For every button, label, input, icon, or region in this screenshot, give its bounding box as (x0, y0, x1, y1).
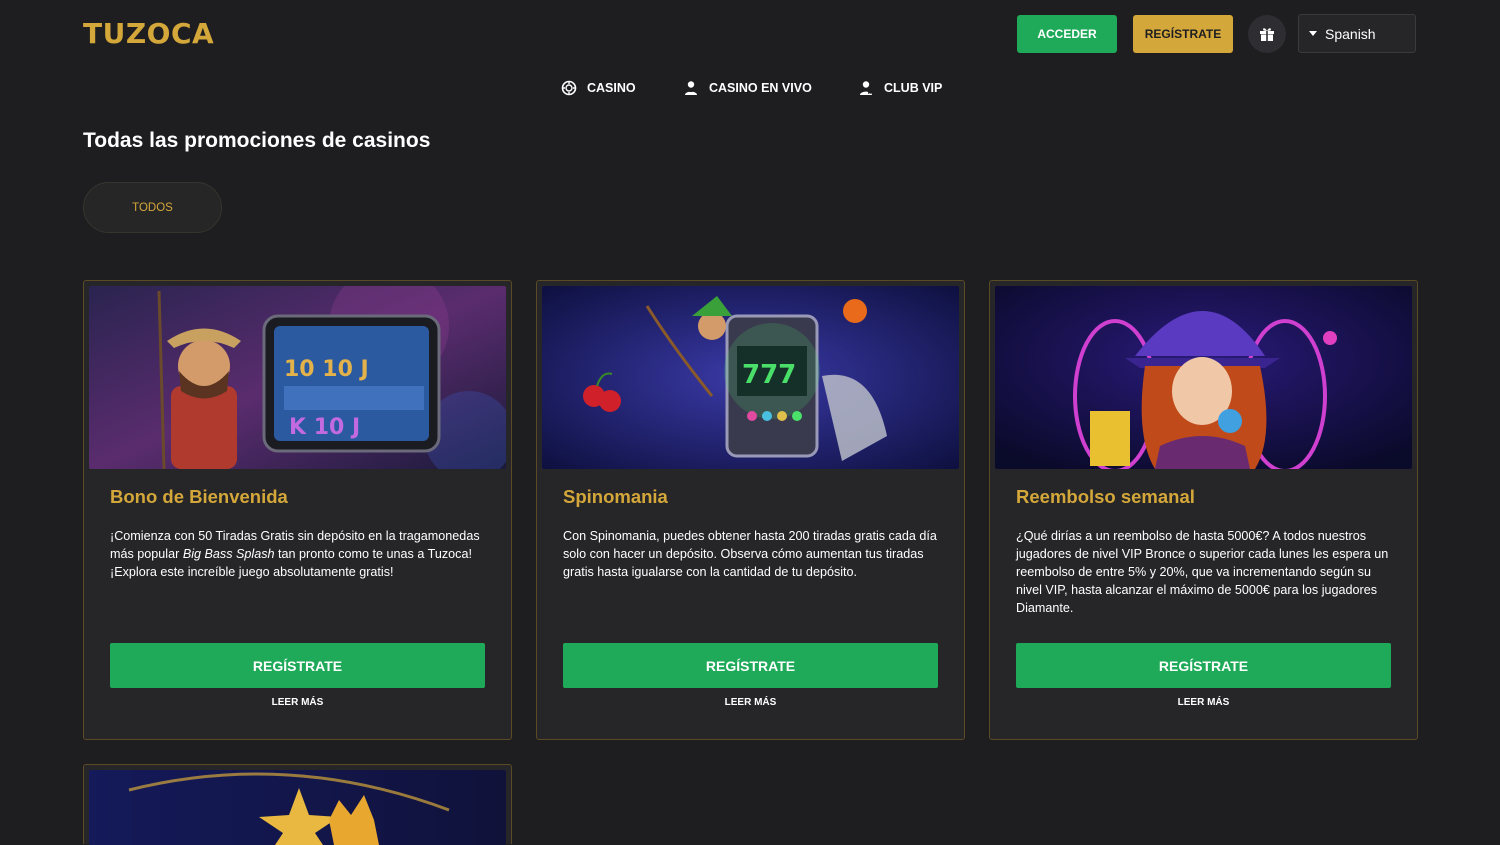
nav-label: CASINO (587, 81, 636, 95)
promo-card: 10 10 J K 10 J Bono de Bienvenida ¡Comie… (83, 280, 512, 740)
promo-image-big-bass[interactable]: 10 10 J K 10 J (89, 286, 506, 469)
witch-slot-illustration (995, 286, 1412, 469)
promo-description: ¿Qué dirías a un reembolso de hasta 5000… (1016, 529, 1389, 615)
promo-description: ¡Comienza con 50 Tiradas Gratis sin depó… (110, 529, 480, 579)
promo-register-button[interactable]: REGÍSTRATE (1016, 643, 1391, 688)
promo-title: Spinomania (563, 486, 668, 507)
nav-label: CASINO EN VIVO (709, 81, 812, 95)
promo-image-reembolso[interactable] (995, 286, 1412, 469)
promo-register-button[interactable]: REGÍSTRATE (110, 643, 485, 688)
promo-card: 777 Spinomania Con Spinomania, puedes ob… (536, 280, 965, 740)
promo-title: Bono de Bienvenida (110, 486, 288, 507)
vip-user-icon (860, 81, 872, 95)
read-more-link[interactable]: LEER MÁS (1016, 697, 1391, 708)
language-label: Spanish (1325, 25, 1376, 42)
promo-title: Reembolso semanal (1016, 486, 1195, 507)
promo-description: Con Spinomania, puedes obtener hasta 200… (563, 529, 937, 579)
svg-text:10 10 J: 10 10 J (284, 357, 369, 382)
promo-image-spinomania[interactable]: 777 (542, 286, 959, 469)
promo-image-vip[interactable] (89, 770, 506, 845)
register-button[interactable]: REGÍSTRATE (1133, 15, 1233, 53)
nav-label: CLUB VIP (884, 81, 943, 95)
game-name: Big Bass Splash (182, 547, 275, 561)
gift-icon (1260, 28, 1274, 41)
nav-casino-en-vivo[interactable]: CASINO EN VIVO (683, 78, 812, 98)
promo-card: Reembolso semanal ¿Qué dirías a un reemb… (989, 280, 1418, 740)
tuzoca-logo[interactable]: TUZOCA (83, 17, 214, 50)
archer-slot-illustration: 777 (542, 286, 959, 469)
gift-button[interactable] (1248, 15, 1286, 53)
svg-text:K 10 J: K 10 J (289, 415, 360, 440)
language-select[interactable]: Spanish (1298, 14, 1416, 53)
promo-card (83, 764, 512, 845)
caret-down-icon (1309, 31, 1317, 36)
star-crown-illustration (89, 770, 506, 845)
page-title: Todas las promociones de casinos (83, 129, 431, 152)
dealer-icon (685, 81, 697, 95)
filter-todos[interactable]: TODOS (83, 182, 222, 233)
fisherman-slot-illustration: 10 10 J K 10 J (89, 286, 506, 469)
nav-casino[interactable]: CASINO (561, 78, 636, 98)
read-more-link[interactable]: LEER MÁS (563, 697, 938, 708)
login-button[interactable]: ACCEDER (1017, 15, 1117, 53)
read-more-link[interactable]: LEER MÁS (110, 697, 485, 708)
nav-club-vip[interactable]: CLUB VIP (858, 78, 942, 98)
chip-icon (561, 80, 577, 96)
promo-register-button[interactable]: REGÍSTRATE (563, 643, 938, 688)
